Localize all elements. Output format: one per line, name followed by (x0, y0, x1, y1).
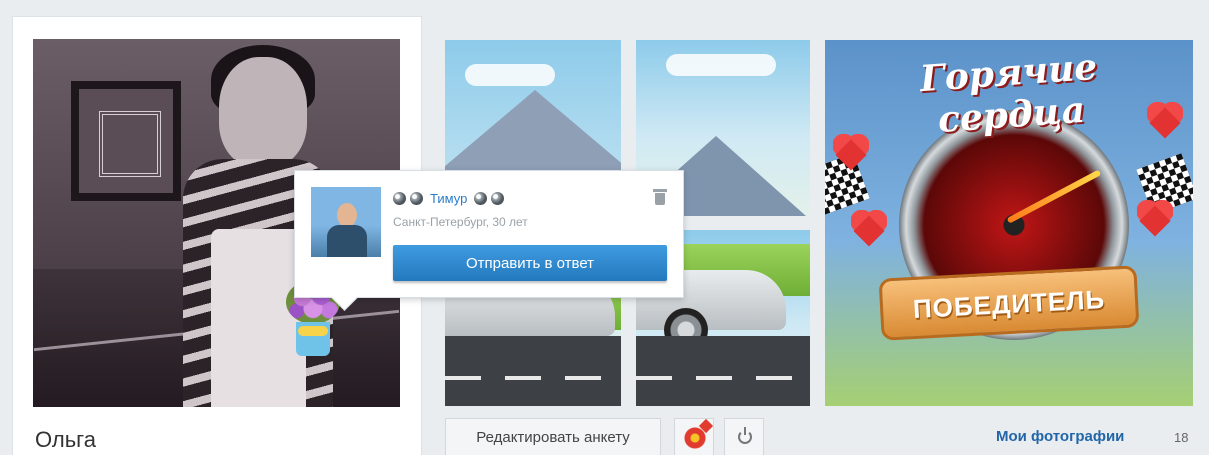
heart (1137, 200, 1173, 232)
banner-ribbon: ПОБЕДИТЕЛЬ (878, 265, 1140, 341)
heart (851, 210, 887, 242)
photos-count: 18 (1174, 430, 1189, 445)
gem-icon (410, 192, 423, 205)
my-photos-link[interactable]: Мои фотографии (996, 428, 1124, 445)
gift-bow (298, 326, 328, 336)
profile-name: Ольга (35, 427, 96, 452)
trash-can (655, 193, 665, 205)
photo-person-face (219, 57, 307, 167)
sender-heading: Тимур (393, 191, 505, 206)
banner-title: Горячие сердца (918, 45, 1099, 142)
banner-ribbon-text: ПОБЕДИТЕЛЬ (912, 283, 1106, 325)
cloud (465, 64, 555, 86)
road (445, 336, 621, 406)
avatar-face (337, 203, 357, 227)
avatar-body (327, 225, 367, 257)
send-reply-button[interactable]: Отправить в ответ (393, 245, 667, 281)
sender-info: Санкт-Петербург, 30 лет (393, 215, 528, 229)
sender-name-link[interactable]: Тимур (430, 191, 467, 206)
edit-profile-button[interactable]: Редактировать анкету (445, 418, 661, 455)
gift-popup: Тимур Санкт-Петербург, 30 лет Отправить … (294, 170, 684, 298)
power-button[interactable] (724, 418, 764, 455)
gem-icon (491, 192, 505, 205)
power-icon (738, 427, 752, 444)
photo-wall-frame (71, 81, 181, 201)
flower-button[interactable] (674, 418, 714, 455)
sender-avatar[interactable] (311, 187, 381, 257)
cloud (666, 54, 776, 76)
gem-icon (474, 192, 488, 205)
gem-icon (393, 192, 406, 205)
photo-tile-banner[interactable]: Горячие сердца ПОБЕДИТЕЛЬ (825, 40, 1193, 406)
trash-icon[interactable] (653, 189, 667, 205)
road (636, 336, 810, 406)
trash-lid (653, 189, 667, 192)
